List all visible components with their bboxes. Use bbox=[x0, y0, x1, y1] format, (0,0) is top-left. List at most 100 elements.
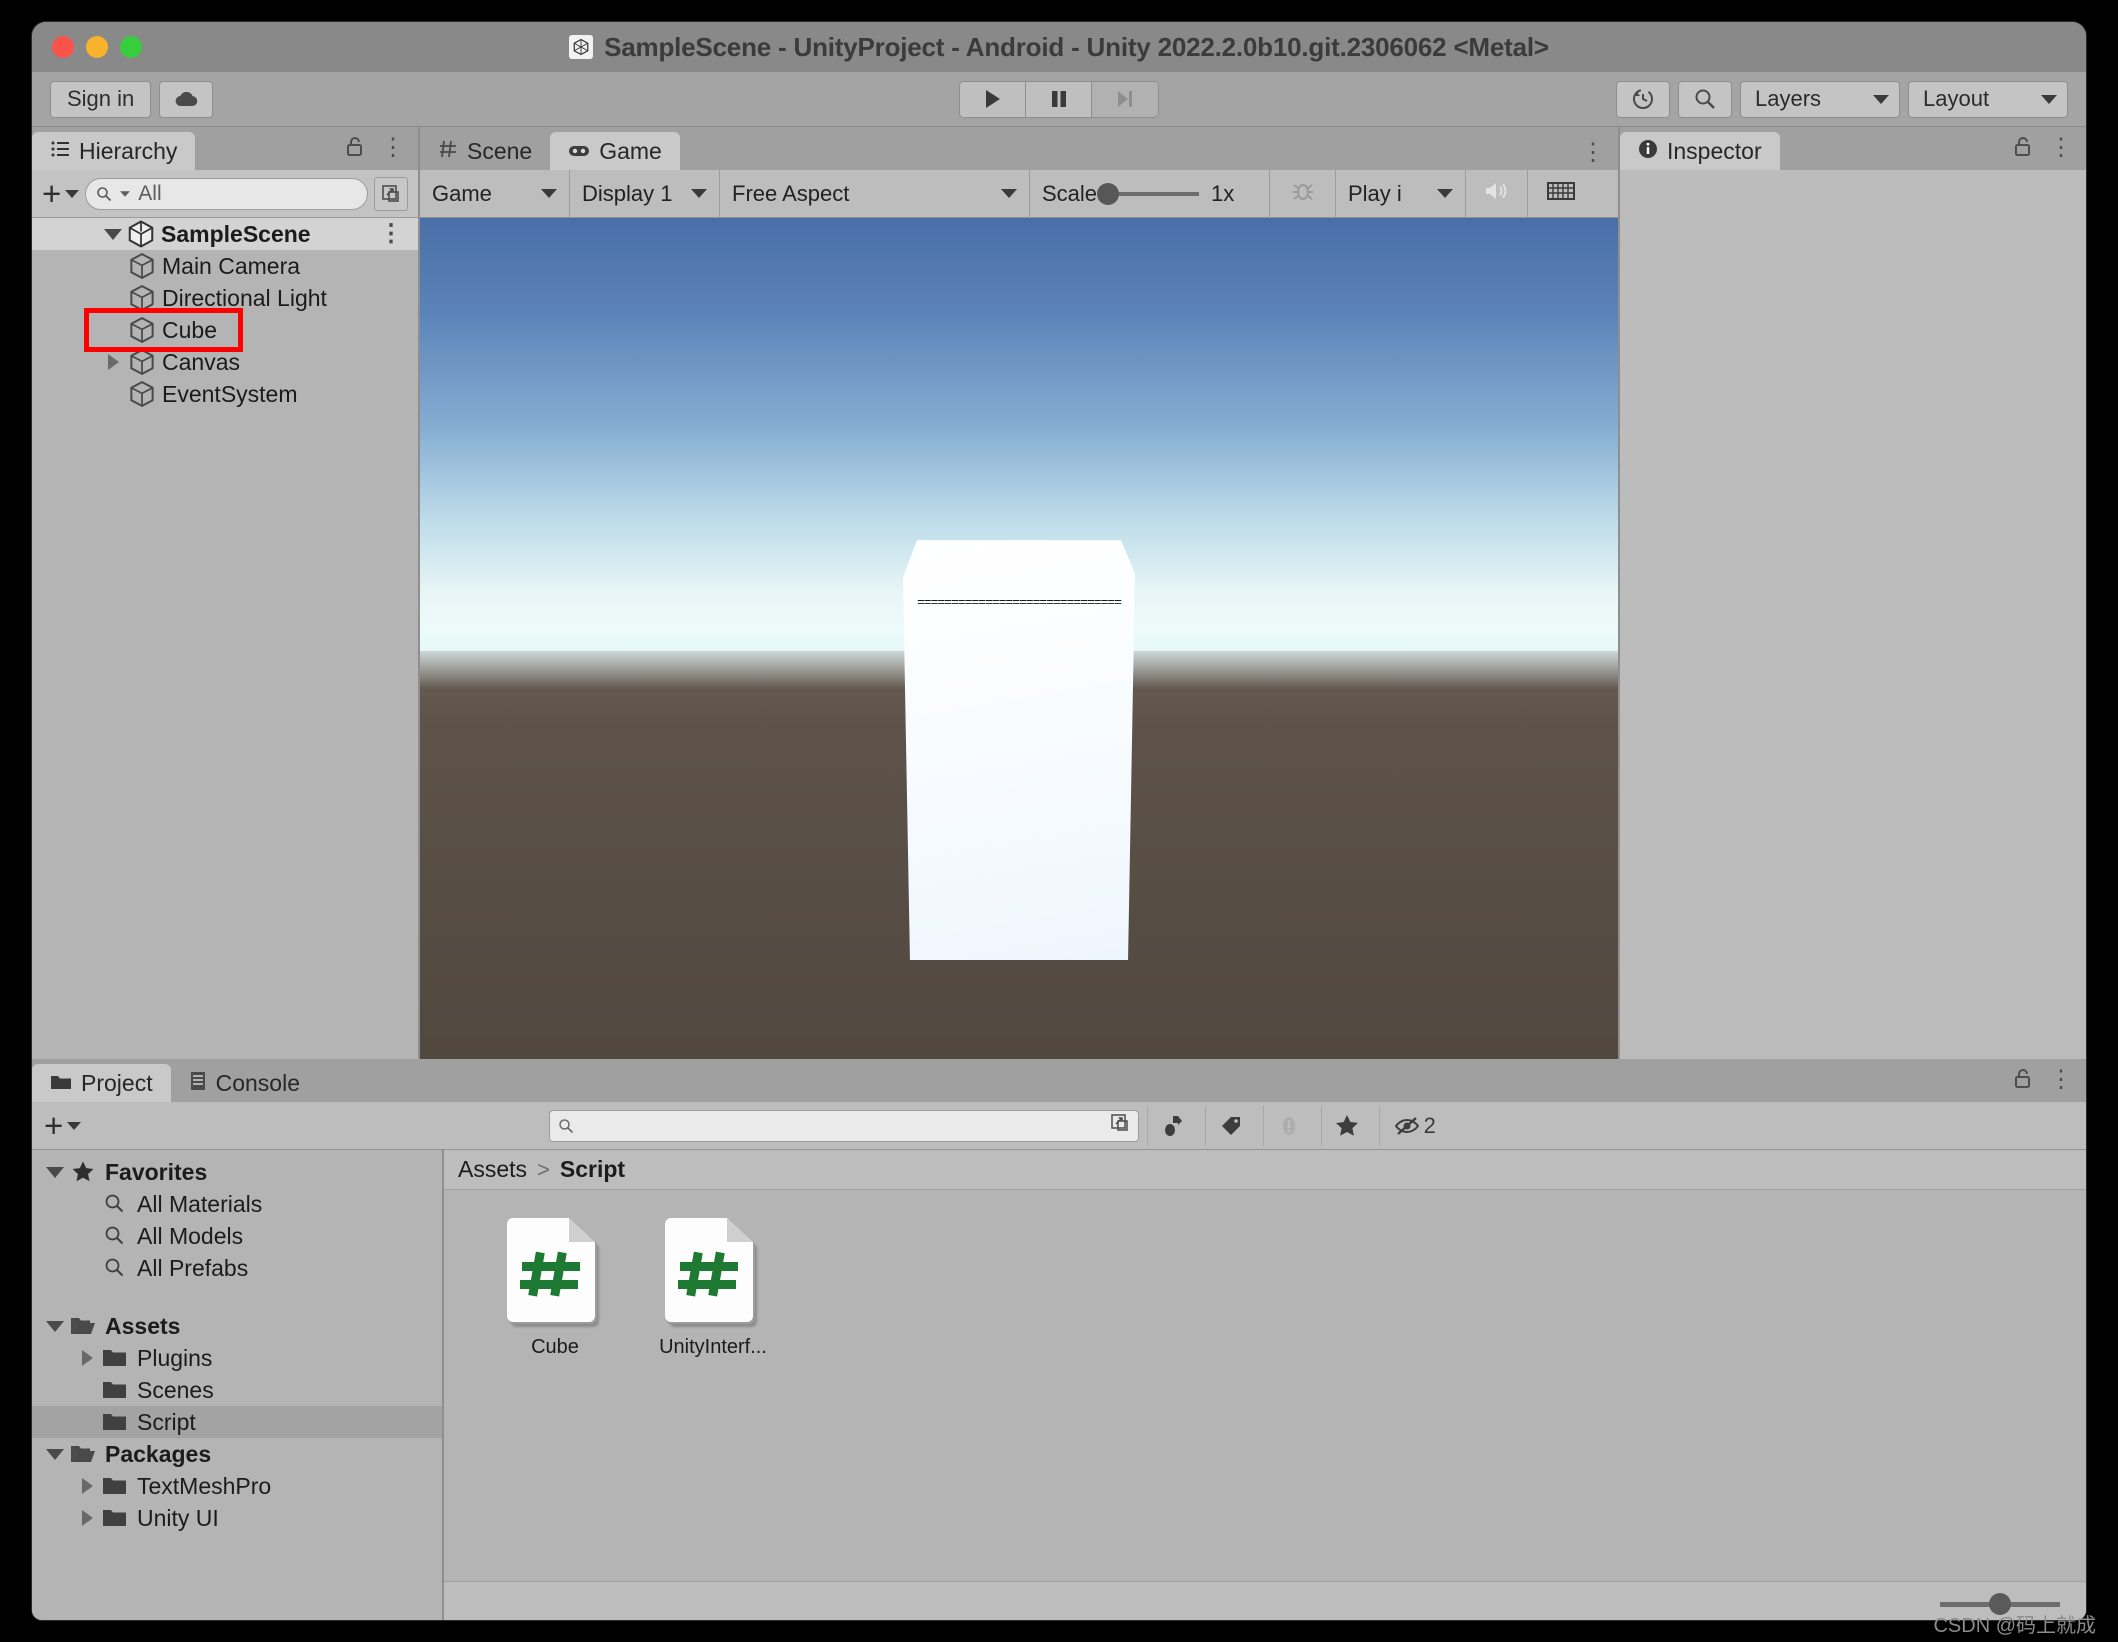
gameobject-cube-icon bbox=[127, 283, 157, 313]
chevron-down-icon bbox=[2041, 94, 2057, 104]
favorite-star-icon[interactable] bbox=[1321, 1105, 1371, 1146]
game-view-tab-actions: ⋮ bbox=[1581, 141, 1606, 165]
game-render-canvas[interactable]: ============================== bbox=[420, 218, 1618, 1059]
game-view-gizmos-button[interactable] bbox=[1528, 170, 1594, 217]
warning-filter-icon[interactable] bbox=[1263, 1105, 1313, 1146]
expand-triangle-icon[interactable] bbox=[74, 1350, 100, 1366]
lock-open-icon[interactable] bbox=[2013, 135, 2033, 162]
asset-item[interactable]: UnityInterf... bbox=[652, 1216, 774, 1359]
expand-triangle-icon[interactable] bbox=[74, 1478, 100, 1494]
tab-console[interactable]: Console bbox=[171, 1064, 318, 1102]
tab-scene[interactable]: Scene bbox=[420, 132, 550, 170]
minimize-window-button[interactable] bbox=[86, 36, 108, 58]
folder-icon bbox=[50, 1070, 72, 1097]
breadcrumb-root[interactable]: Assets bbox=[458, 1156, 527, 1183]
hierarchy-search-text: All bbox=[138, 181, 162, 205]
tab-inspector[interactable]: Inspector bbox=[1620, 132, 1780, 170]
folder-icon bbox=[100, 1347, 130, 1369]
game-mode-dropdown[interactable]: Game bbox=[420, 170, 570, 217]
expand-triangle-icon[interactable] bbox=[74, 1510, 100, 1526]
asset-zoom-slider[interactable] bbox=[1940, 1593, 2060, 1615]
hierarchy-icon bbox=[50, 138, 70, 165]
project-tree-item-packages[interactable]: Packages bbox=[32, 1438, 442, 1470]
step-forward-icon[interactable] bbox=[1092, 81, 1158, 117]
tab-project[interactable]: Project bbox=[32, 1064, 171, 1102]
play-icon[interactable] bbox=[960, 81, 1026, 117]
project-tree-item-scenes[interactable]: Scenes bbox=[32, 1374, 442, 1406]
project-tree-item-unity-ui[interactable]: Unity UI bbox=[32, 1502, 442, 1534]
sign-in-button[interactable]: Sign in bbox=[50, 80, 152, 118]
project-tree-item-plugins[interactable]: Plugins bbox=[32, 1342, 442, 1374]
kebab-menu-icon[interactable]: ⋮ bbox=[381, 136, 406, 160]
lock-open-icon[interactable] bbox=[2013, 1067, 2033, 1094]
expand-triangle-icon[interactable] bbox=[42, 1448, 68, 1460]
layers-dropdown[interactable]: Layers bbox=[1740, 80, 1900, 118]
expand-triangle-icon[interactable] bbox=[42, 1166, 68, 1178]
search-icon[interactable] bbox=[1678, 80, 1732, 118]
cube-gameobject[interactable]: ============================== bbox=[903, 540, 1135, 961]
scale-slider[interactable] bbox=[1097, 182, 1200, 205]
tab-game-label: Game bbox=[599, 137, 662, 164]
tab-game[interactable]: Game bbox=[550, 132, 680, 170]
project-tree-item-favorites[interactable]: Favorites bbox=[32, 1156, 442, 1188]
kebab-menu-icon[interactable]: ⋮ bbox=[2049, 1068, 2074, 1092]
gameobject-cube-icon bbox=[127, 251, 157, 281]
hierarchy-scene-root[interactable]: SampleScene ⋮ bbox=[32, 218, 418, 250]
pause-icon[interactable] bbox=[1026, 81, 1092, 117]
asset-type-filter-icon[interactable] bbox=[1147, 1105, 1197, 1146]
project-tree-item-all-models[interactable]: All Models bbox=[32, 1220, 442, 1252]
scale-slider-group[interactable]: Scale 1x bbox=[1030, 170, 1270, 217]
maximize-window-button[interactable] bbox=[120, 36, 142, 58]
hierarchy-item-cube[interactable]: Cube bbox=[32, 308, 418, 352]
lock-open-icon[interactable] bbox=[345, 135, 365, 162]
open-in-new-icon[interactable] bbox=[1110, 1113, 1130, 1138]
hidden-assets-toggle[interactable]: 2 bbox=[1379, 1105, 1449, 1146]
gamepad-icon bbox=[568, 138, 590, 165]
window-controls[interactable] bbox=[52, 36, 142, 58]
project-tree-item-assets[interactable]: Assets bbox=[32, 1310, 442, 1342]
hierarchy-tree: SampleScene ⋮ Main Camera Directional Lig… bbox=[32, 218, 418, 1059]
display-dropdown[interactable]: Display 1 bbox=[570, 170, 720, 217]
hierarchy-expand-search-button[interactable] bbox=[374, 176, 408, 211]
create-asset-button[interactable]: + bbox=[44, 1109, 82, 1142]
project-search-input[interactable] bbox=[549, 1109, 1140, 1142]
hierarchy-item-directional-light[interactable]: Directional Light bbox=[32, 282, 418, 314]
asset-item[interactable]: Cube bbox=[494, 1216, 616, 1359]
expand-triangle-icon[interactable] bbox=[100, 354, 126, 370]
undo-history-icon[interactable] bbox=[1616, 80, 1670, 118]
game-view-tab-bar: Scene Game ⋮ bbox=[420, 127, 1618, 170]
chevron-right-icon: > bbox=[537, 1156, 550, 1182]
project-panel: Project Console ⋮ + 2 Favorites All Mate… bbox=[32, 1059, 2086, 1620]
project-tree-item-label: TextMeshPro bbox=[137, 1472, 272, 1499]
tab-scene-label: Scene bbox=[467, 137, 533, 164]
stats-button[interactable] bbox=[1270, 170, 1336, 217]
project-tree-item-textmeshpro[interactable]: TextMeshPro bbox=[32, 1470, 442, 1502]
project-tree-item-script[interactable]: Script bbox=[32, 1406, 442, 1438]
hierarchy-item-eventsystem[interactable]: EventSystem bbox=[32, 378, 418, 410]
project-tree-item-all-materials[interactable]: All Materials bbox=[32, 1188, 442, 1220]
hierarchy-item-canvas[interactable]: Canvas bbox=[32, 346, 418, 378]
cloud-icon[interactable] bbox=[159, 80, 214, 118]
label-filter-icon[interactable] bbox=[1205, 1105, 1255, 1146]
kebab-menu-icon[interactable]: ⋮ bbox=[1581, 141, 1606, 165]
close-window-button[interactable] bbox=[52, 36, 74, 58]
hierarchy-search-input[interactable]: All bbox=[85, 177, 368, 210]
tab-hierarchy[interactable]: Hierarchy bbox=[32, 132, 196, 170]
mute-audio-button[interactable] bbox=[1466, 170, 1528, 217]
play-mode-dropdown[interactable]: Play i bbox=[1336, 170, 1466, 217]
hierarchy-item-main-camera[interactable]: Main Camera bbox=[32, 250, 418, 282]
layout-dropdown[interactable]: Layout bbox=[1908, 80, 2068, 118]
scale-slider-knob[interactable] bbox=[1097, 182, 1120, 205]
play-mode-label: Play i bbox=[1348, 180, 1402, 206]
inspector-tab-bar: Inspector ⋮ bbox=[1620, 127, 2086, 170]
hierarchy-item-list: Main Camera Directional Light Cube Canvas Ev… bbox=[32, 250, 418, 410]
hierarchy-scene-label: SampleScene bbox=[161, 220, 311, 247]
create-gameobject-button[interactable]: + bbox=[42, 177, 80, 210]
aspect-ratio-dropdown[interactable]: Free Aspect bbox=[720, 170, 1030, 217]
playback-controls bbox=[959, 80, 1159, 118]
expand-triangle-icon[interactable] bbox=[100, 228, 126, 240]
kebab-menu-icon[interactable]: ⋮ bbox=[2049, 136, 2074, 160]
expand-triangle-icon[interactable] bbox=[42, 1320, 68, 1332]
project-tree-item-all-prefabs[interactable]: All Prefabs bbox=[32, 1252, 442, 1284]
kebab-menu-icon[interactable]: ⋮ bbox=[379, 221, 404, 245]
